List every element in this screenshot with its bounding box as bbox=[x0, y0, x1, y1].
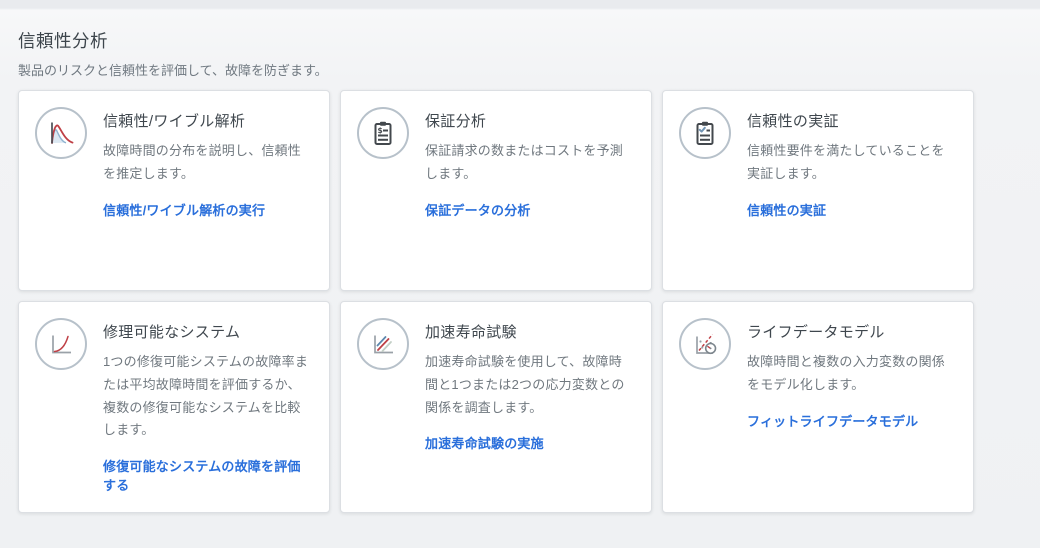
card-action-link[interactable]: 信頼性の実証 bbox=[747, 200, 826, 219]
analysis-card: 修理可能なシステム 1つの修復可能システムの故障率または平均故障時間を評価するか… bbox=[18, 301, 330, 513]
card-description: 信頼性要件を満たしていることを実証します。 bbox=[747, 140, 957, 186]
card-title: 加速寿命試験 bbox=[425, 321, 635, 342]
card-description: 保証請求の数またはコストを予測します。 bbox=[425, 140, 635, 186]
warranty-cost-clipboard-icon: $ bbox=[357, 107, 409, 159]
page-header: 信頼性分析 製品のリスクと信頼性を評価して、故障を防ぎます。 bbox=[0, 0, 1040, 79]
analysis-cards-grid: 信頼性/ワイブル解析 故障時間の分布を説明し、信頼性を推定します。 信頼性/ワイ… bbox=[18, 90, 974, 513]
life-data-model-icon bbox=[679, 318, 731, 370]
card-action-link[interactable]: 修復可能なシステムの故障を評価する bbox=[103, 456, 313, 494]
page-subtitle: 製品のリスクと信頼性を評価して、故障を防ぎます。 bbox=[18, 60, 1022, 79]
card-action-link[interactable]: フィットライフデータモデル bbox=[747, 411, 918, 430]
demonstration-checklist-icon bbox=[679, 107, 731, 159]
analysis-card: 信頼性/ワイブル解析 故障時間の分布を説明し、信頼性を推定します。 信頼性/ワイ… bbox=[18, 90, 330, 291]
repairable-system-curve-icon bbox=[35, 318, 87, 370]
card-action-link[interactable]: 信頼性/ワイブル解析の実行 bbox=[103, 200, 265, 219]
card-title: 修理可能なシステム bbox=[103, 321, 313, 342]
weibull-distribution-icon bbox=[35, 107, 87, 159]
card-action-link[interactable]: 保証データの分析 bbox=[425, 200, 531, 219]
card-title: 信頼性の実証 bbox=[747, 110, 957, 131]
analysis-card: 信頼性の実証 信頼性要件を満たしていることを実証します。 信頼性の実証 bbox=[662, 90, 974, 291]
page-title: 信頼性分析 bbox=[18, 28, 1022, 53]
analysis-card: 加速寿命試験 加速寿命試験を使用して、故障時間と1つまたは2つの応力変数との関係… bbox=[340, 301, 652, 513]
card-title: ライフデータモデル bbox=[747, 321, 957, 342]
card-description: 加速寿命試験を使用して、故障時間と1つまたは2つの応力変数との関係を調査します。 bbox=[425, 351, 635, 419]
svg-text:$: $ bbox=[378, 126, 383, 135]
reliability-analysis-page: 信頼性分析 製品のリスクと信頼性を評価して、故障を防ぎます。 信頼性/ワイブル解… bbox=[0, 0, 1040, 548]
card-description: 故障時間の分布を説明し、信頼性を推定します。 bbox=[103, 140, 313, 186]
card-title: 信頼性/ワイブル解析 bbox=[103, 110, 313, 131]
analysis-card: $ 保証分析 保証請求の数またはコストを予測します。 保証データの分析 bbox=[340, 90, 652, 291]
accelerated-life-test-icon bbox=[357, 318, 409, 370]
analysis-card: ライフデータモデル 故障時間と複数の入力変数の関係をモデル化します。 フィットラ… bbox=[662, 301, 974, 513]
card-title: 保証分析 bbox=[425, 110, 635, 131]
card-action-link[interactable]: 加速寿命試験の実施 bbox=[425, 433, 544, 452]
card-description: 故障時間と複数の入力変数の関係をモデル化します。 bbox=[747, 351, 957, 397]
card-description: 1つの修復可能システムの故障率または平均故障時間を評価するか、複数の修復可能なシ… bbox=[103, 351, 313, 442]
